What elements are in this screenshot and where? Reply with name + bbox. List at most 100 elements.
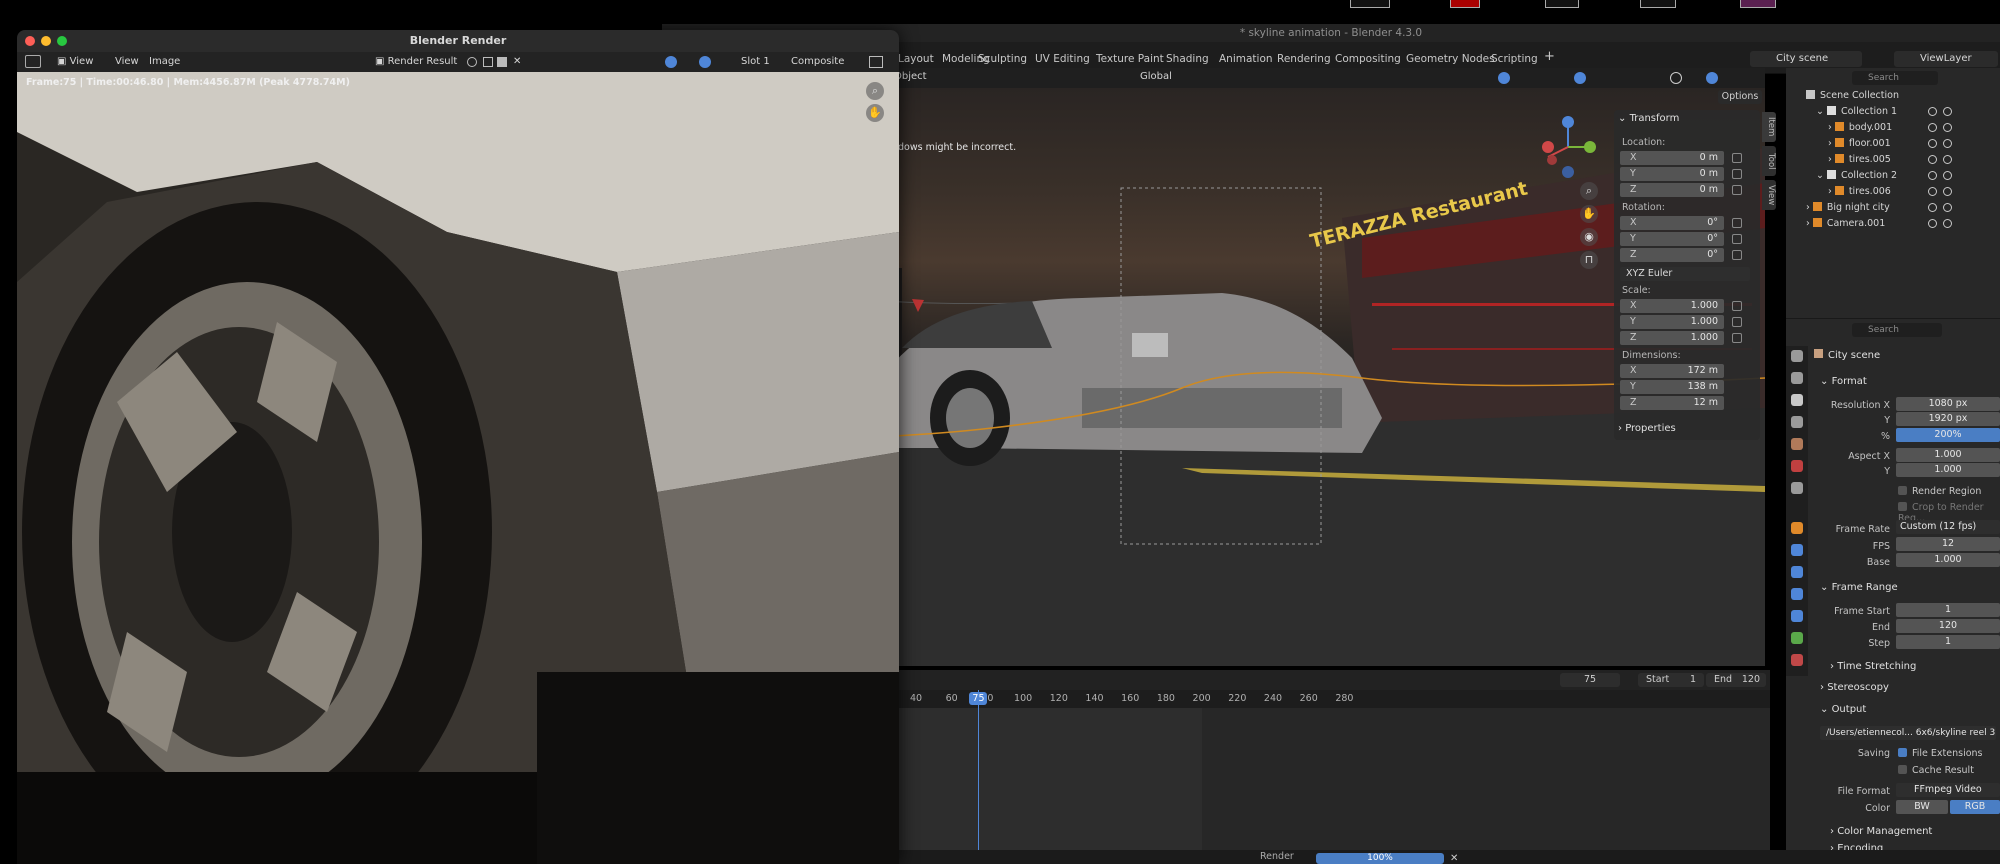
gizmo-toggle-icon[interactable] (1498, 72, 1510, 84)
transform-header[interactable]: ⌄ Transform (1618, 113, 1679, 124)
window-thumbnail[interactable] (1640, 0, 1676, 8)
current-frame-field[interactable]: 75 (1560, 673, 1620, 687)
properties-search[interactable]: Search (1852, 323, 1942, 337)
eye-icon[interactable] (1928, 107, 1937, 116)
format-section-header[interactable]: ⌄ Format (1820, 376, 1867, 387)
pan-hand-icon[interactable]: ✋ (866, 104, 884, 122)
view-menu[interactable]: View (115, 55, 139, 69)
world-tab-icon[interactable] (1791, 460, 1803, 472)
rotation-mode-select[interactable]: XYZ Euler (1620, 267, 1750, 281)
rotation-z-field[interactable]: Z 0° (1620, 248, 1724, 262)
tab-rendering[interactable]: Rendering (1277, 52, 1331, 66)
tab-uv-editing[interactable]: UV Editing (1035, 52, 1090, 66)
resolution-percent-field[interactable]: 200% (1896, 428, 2000, 442)
rotation-x-field[interactable]: X 0° (1620, 216, 1724, 230)
lock-icon[interactable] (1732, 185, 1742, 195)
color-bw-button[interactable]: BW (1896, 800, 1948, 814)
eye-icon[interactable] (1928, 139, 1937, 148)
resolution-x-field[interactable]: 1080 px (1896, 397, 2000, 411)
file-format-select[interactable]: FFmpeg Video (1896, 783, 2000, 797)
transform-orientation[interactable]: Global (1140, 71, 1172, 82)
close-window-button[interactable] (25, 36, 35, 46)
camera-render-icon[interactable] (1943, 203, 1952, 212)
start-frame-field[interactable]: Start 1 (1638, 673, 1704, 687)
color-management-header[interactable]: › Color Management (1830, 826, 1932, 837)
lock-icon[interactable] (1732, 333, 1742, 343)
overlay-toggle-icon[interactable] (1574, 72, 1586, 84)
options-button[interactable]: Options (1718, 90, 1762, 104)
modifier-tab-icon[interactable] (1791, 544, 1803, 556)
tab-texture-paint[interactable]: Texture Paint (1096, 52, 1164, 66)
color-rgb-button[interactable]: RGB (1950, 800, 2000, 814)
tool-tab-icon[interactable] (1791, 350, 1803, 362)
editor-type-icon[interactable] (25, 55, 41, 68)
camera-render-icon[interactable] (1943, 123, 1952, 132)
tab-view[interactable]: View (1762, 180, 1776, 210)
shading-rendered-icon[interactable] (1706, 72, 1718, 84)
outliner-row[interactable]: ⌄ Collection 1 (1816, 104, 1897, 119)
visibility-toggles[interactable] (1928, 123, 2000, 135)
outliner-row[interactable]: › Big night city (1806, 200, 1890, 215)
image-menu[interactable]: Image (149, 55, 180, 69)
render-region-checkbox[interactable]: Render Region (1898, 486, 1981, 497)
lock-icon[interactable] (1732, 153, 1742, 163)
scale-y-field[interactable]: Y 1.000 (1620, 315, 1724, 329)
resolution-y-field[interactable]: 1920 px (1896, 412, 2000, 426)
lock-icon[interactable]: ⊓ (1580, 251, 1598, 269)
cancel-render-icon[interactable]: ✕ (1450, 853, 1458, 864)
tab-item[interactable]: Item (1762, 112, 1776, 142)
navigation-gizmo[interactable] (1538, 112, 1598, 182)
dimension-x-field[interactable]: X 172 m (1620, 364, 1724, 378)
eye-icon[interactable] (1928, 171, 1937, 180)
tab-scripting[interactable]: Scripting (1491, 52, 1538, 66)
window-thumbnail[interactable] (1450, 0, 1480, 8)
tab-sculpting[interactable]: Sculpting (978, 52, 1027, 66)
fake-user-icon[interactable] (467, 57, 477, 67)
eye-icon[interactable] (1928, 155, 1937, 164)
base-field[interactable]: 1.000 (1896, 553, 2000, 567)
frame-range-header[interactable]: ⌄ Frame Range (1820, 582, 1898, 593)
rotation-y-field[interactable]: Y 0° (1620, 232, 1724, 246)
frame-start-field[interactable]: 1 (1896, 603, 2000, 617)
tab-animation[interactable]: Animation (1219, 52, 1273, 66)
lock-icon[interactable] (1732, 234, 1742, 244)
view-layer-tab-icon[interactable] (1791, 416, 1803, 428)
collection-tab-icon[interactable] (1791, 482, 1803, 494)
object-tab-icon[interactable] (1791, 522, 1803, 534)
render-tab-icon[interactable] (1791, 372, 1803, 384)
camera-render-icon[interactable] (1943, 171, 1952, 180)
data-tab-icon[interactable] (1791, 632, 1803, 644)
physics-tab-icon[interactable] (1791, 588, 1803, 600)
camera-render-icon[interactable] (1943, 107, 1952, 116)
tab-shading[interactable]: Shading (1166, 52, 1209, 66)
lock-icon[interactable] (1732, 250, 1742, 260)
scene-selector[interactable]: City scene (1750, 51, 1862, 67)
constraints-tab-icon[interactable] (1791, 610, 1803, 622)
shading-solid-icon[interactable] (1670, 72, 1682, 84)
outliner-row[interactable]: ⌄ Collection 2 (1816, 168, 1897, 183)
visibility-toggles[interactable] (1928, 155, 2000, 167)
scale-x-field[interactable]: X 1.000 (1620, 299, 1724, 313)
slot-selector[interactable]: Slot 1 (741, 55, 770, 69)
zoom-icon[interactable]: ⌕ (1580, 182, 1598, 200)
unlink-icon[interactable]: ✕ (513, 55, 521, 69)
playhead-marker[interactable]: 75 (969, 692, 988, 705)
visibility-toggles[interactable] (1928, 219, 2000, 231)
camera-view-icon[interactable]: ◉ (1580, 228, 1598, 246)
outliner-search[interactable]: Search (1852, 71, 1938, 85)
outliner-row[interactable]: › tires.006 (1828, 184, 1891, 199)
frame-end-field[interactable]: 120 (1896, 619, 2000, 633)
frame-rate-select[interactable]: Custom (12 fps) (1896, 520, 2000, 534)
render-result-image[interactable] (17, 72, 899, 864)
eye-icon[interactable] (1928, 123, 1937, 132)
aspect-x-field[interactable]: 1.000 (1896, 448, 2000, 462)
visibility-toggles[interactable] (1928, 203, 2000, 215)
output-path-field[interactable]: /Users/etiennecol... 6x6/skyline reel 3 (1820, 726, 1996, 740)
location-x-field[interactable]: X 0 m (1620, 151, 1724, 165)
add-workspace-button[interactable]: + (1544, 50, 1555, 64)
scene-tab-icon[interactable] (1791, 438, 1803, 450)
lock-icon[interactable] (1732, 169, 1742, 179)
zoom-icon[interactable]: ⌕ (866, 82, 884, 100)
end-frame-field[interactable]: End 120 (1706, 673, 1766, 687)
open-folder-icon[interactable] (497, 57, 507, 67)
